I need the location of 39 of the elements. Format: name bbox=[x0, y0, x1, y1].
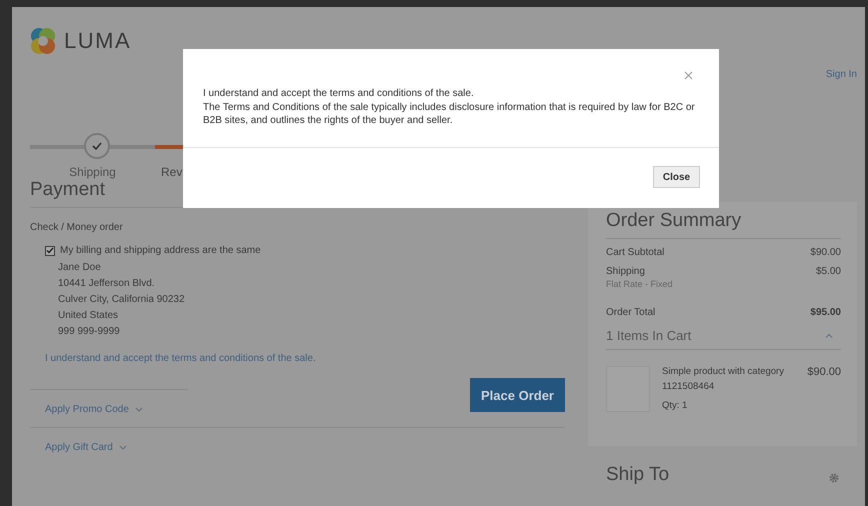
discount-toggle[interactable]: Apply Gift Card bbox=[30, 428, 127, 465]
summary-label: Cart Subtotal bbox=[606, 247, 664, 258]
product-price: $90.00 bbox=[807, 366, 841, 380]
modal-text: I understand and accept the terms and conditions of the sale. bbox=[203, 87, 475, 100]
payment-title: Payment bbox=[30, 179, 106, 202]
step-label[interactable]: Shipping bbox=[69, 165, 116, 179]
summary-amount: $95.00 bbox=[810, 307, 841, 318]
chevron-icon bbox=[118, 445, 127, 450]
terms-link[interactable]: I understand and accept the terms and conditions of the sale. bbox=[45, 353, 565, 364]
address-line: United States bbox=[58, 310, 120, 321]
product-sku: 1121508464 bbox=[662, 381, 716, 392]
settings-icon[interactable] bbox=[829, 473, 839, 483]
place-order-button[interactable]: Place Order bbox=[470, 378, 565, 412]
summary-title: Order Summary bbox=[606, 210, 742, 233]
summary-amount: $90.00 bbox=[810, 247, 841, 258]
step-label[interactable]: Rev bbox=[155, 165, 182, 179]
logo-icon bbox=[30, 27, 56, 55]
summary-label: Order Total bbox=[606, 307, 656, 318]
cart-toggle[interactable]: 1 Items In Cart bbox=[606, 328, 841, 350]
chevron-icon bbox=[134, 407, 143, 412]
product-qty: Qty: 1 bbox=[662, 400, 688, 411]
chevron-icon bbox=[825, 333, 833, 338]
modal-text: The Terms and Conditions of the sale typically includes disclosure information that is required by law for B2C or B2B sites, and outlines the rights of the buyer and seller. bbox=[203, 100, 696, 128]
summary-label: Shipping bbox=[606, 266, 646, 277]
discount-toggle[interactable]: Apply Promo Code bbox=[30, 390, 143, 427]
product-name: Simple product with category bbox=[662, 366, 785, 377]
payment-method: Check / Money order bbox=[30, 222, 124, 233]
checkbox-label: My billing and shipping address are the same bbox=[60, 245, 261, 256]
address-line: 10441 Jefferson Blvd. bbox=[58, 278, 156, 289]
address-line: 999 999-9999 bbox=[58, 326, 121, 337]
ship-to-title: Ship To bbox=[606, 464, 670, 487]
close-button[interactable]: Close bbox=[653, 166, 700, 188]
shipping-method: Flat Rate - Fixed bbox=[606, 279, 673, 289]
checkbox[interactable] bbox=[45, 246, 55, 256]
summary-amount: $5.00 bbox=[816, 266, 841, 277]
address-line: Jane Doe bbox=[58, 262, 102, 273]
address-line: Culver City, California 90232 bbox=[58, 294, 186, 305]
sign-in-link[interactable]: Sign In bbox=[826, 69, 857, 80]
logo-text: LUMA bbox=[64, 28, 132, 54]
